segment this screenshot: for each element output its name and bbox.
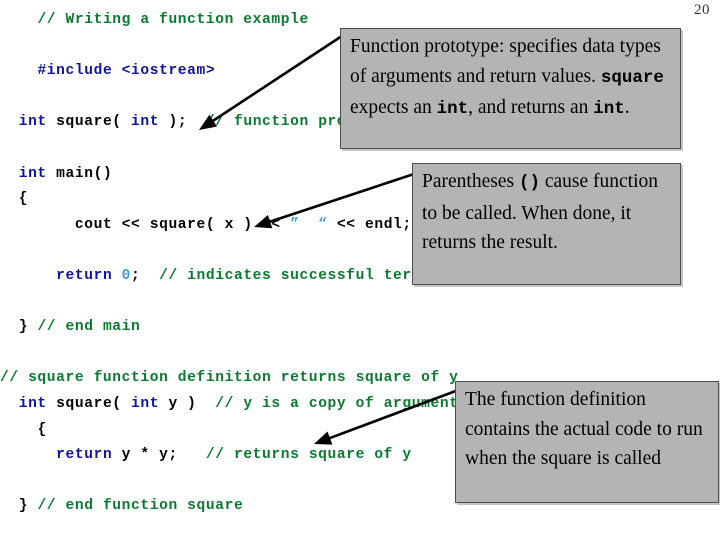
- callout-prose: The function definition contains the act…: [465, 389, 703, 469]
- code-token: ” “: [290, 216, 328, 233]
- code-token: // Writing a function example: [37, 12, 309, 28]
- code-token: {: [37, 421, 47, 438]
- code-token: main(): [46, 165, 113, 182]
- callout-function-call-text: Parentheses () cause function to be call…: [413, 164, 680, 262]
- code-token: );: [159, 114, 206, 131]
- code-token: int: [131, 114, 160, 131]
- line-blank-6: [0, 341, 720, 367]
- line-blank-5: [0, 290, 720, 316]
- code-token: y ): [159, 395, 216, 412]
- callout-function-definition: The function definition contains the act…: [455, 381, 719, 503]
- code-token: // square function definition returns sq…: [0, 370, 459, 387]
- code-token: 0: [121, 267, 132, 284]
- slide-canvas: 20 // Writing a function example #includ…: [0, 0, 720, 540]
- code-token: #include <iostream>: [37, 63, 216, 80]
- code-token: << endl;: [327, 216, 412, 233]
- callout-code-word: int: [436, 99, 469, 119]
- code-token: return: [56, 267, 113, 284]
- code-token: square(: [46, 395, 132, 412]
- code-token: // end function square: [37, 498, 244, 515]
- callout-prose: .: [624, 97, 630, 118]
- callout-function-definition-text: The function definition contains the act…: [456, 382, 718, 478]
- code-token: int: [18, 114, 47, 131]
- code-token: // returns square of y: [205, 447, 412, 464]
- callout-code-word: square: [600, 67, 664, 88]
- code-token: cout << square( x ) <<: [74, 216, 291, 233]
- code-token: y * y;: [112, 447, 206, 464]
- code-token: // y is a copy of argument: [215, 395, 459, 412]
- code-token: square(: [46, 114, 132, 131]
- code-token: int: [18, 395, 47, 412]
- code-token: {: [18, 191, 29, 208]
- callout-prose: expects an: [350, 97, 437, 118]
- callout-function-prototype: Function prototype: specifies data types…: [340, 28, 681, 149]
- code-token: ;: [131, 267, 160, 284]
- code-token: return: [56, 447, 113, 464]
- callout-prose: , and returns an: [468, 97, 594, 118]
- code-token: }: [18, 319, 29, 336]
- callout-prose: Parentheses: [422, 171, 519, 192]
- callout-code-word: (): [518, 173, 540, 193]
- line-end-main: } // end main: [0, 315, 720, 341]
- code-token: int: [18, 165, 47, 182]
- code-token: }: [18, 498, 29, 515]
- code-token: // end main: [37, 319, 141, 336]
- code-token: int: [131, 395, 160, 412]
- callout-code-word: int: [593, 99, 625, 119]
- callout-function-prototype-text: Function prototype: specifies data types…: [341, 29, 680, 129]
- callout-function-call: Parentheses () cause function to be call…: [412, 163, 681, 285]
